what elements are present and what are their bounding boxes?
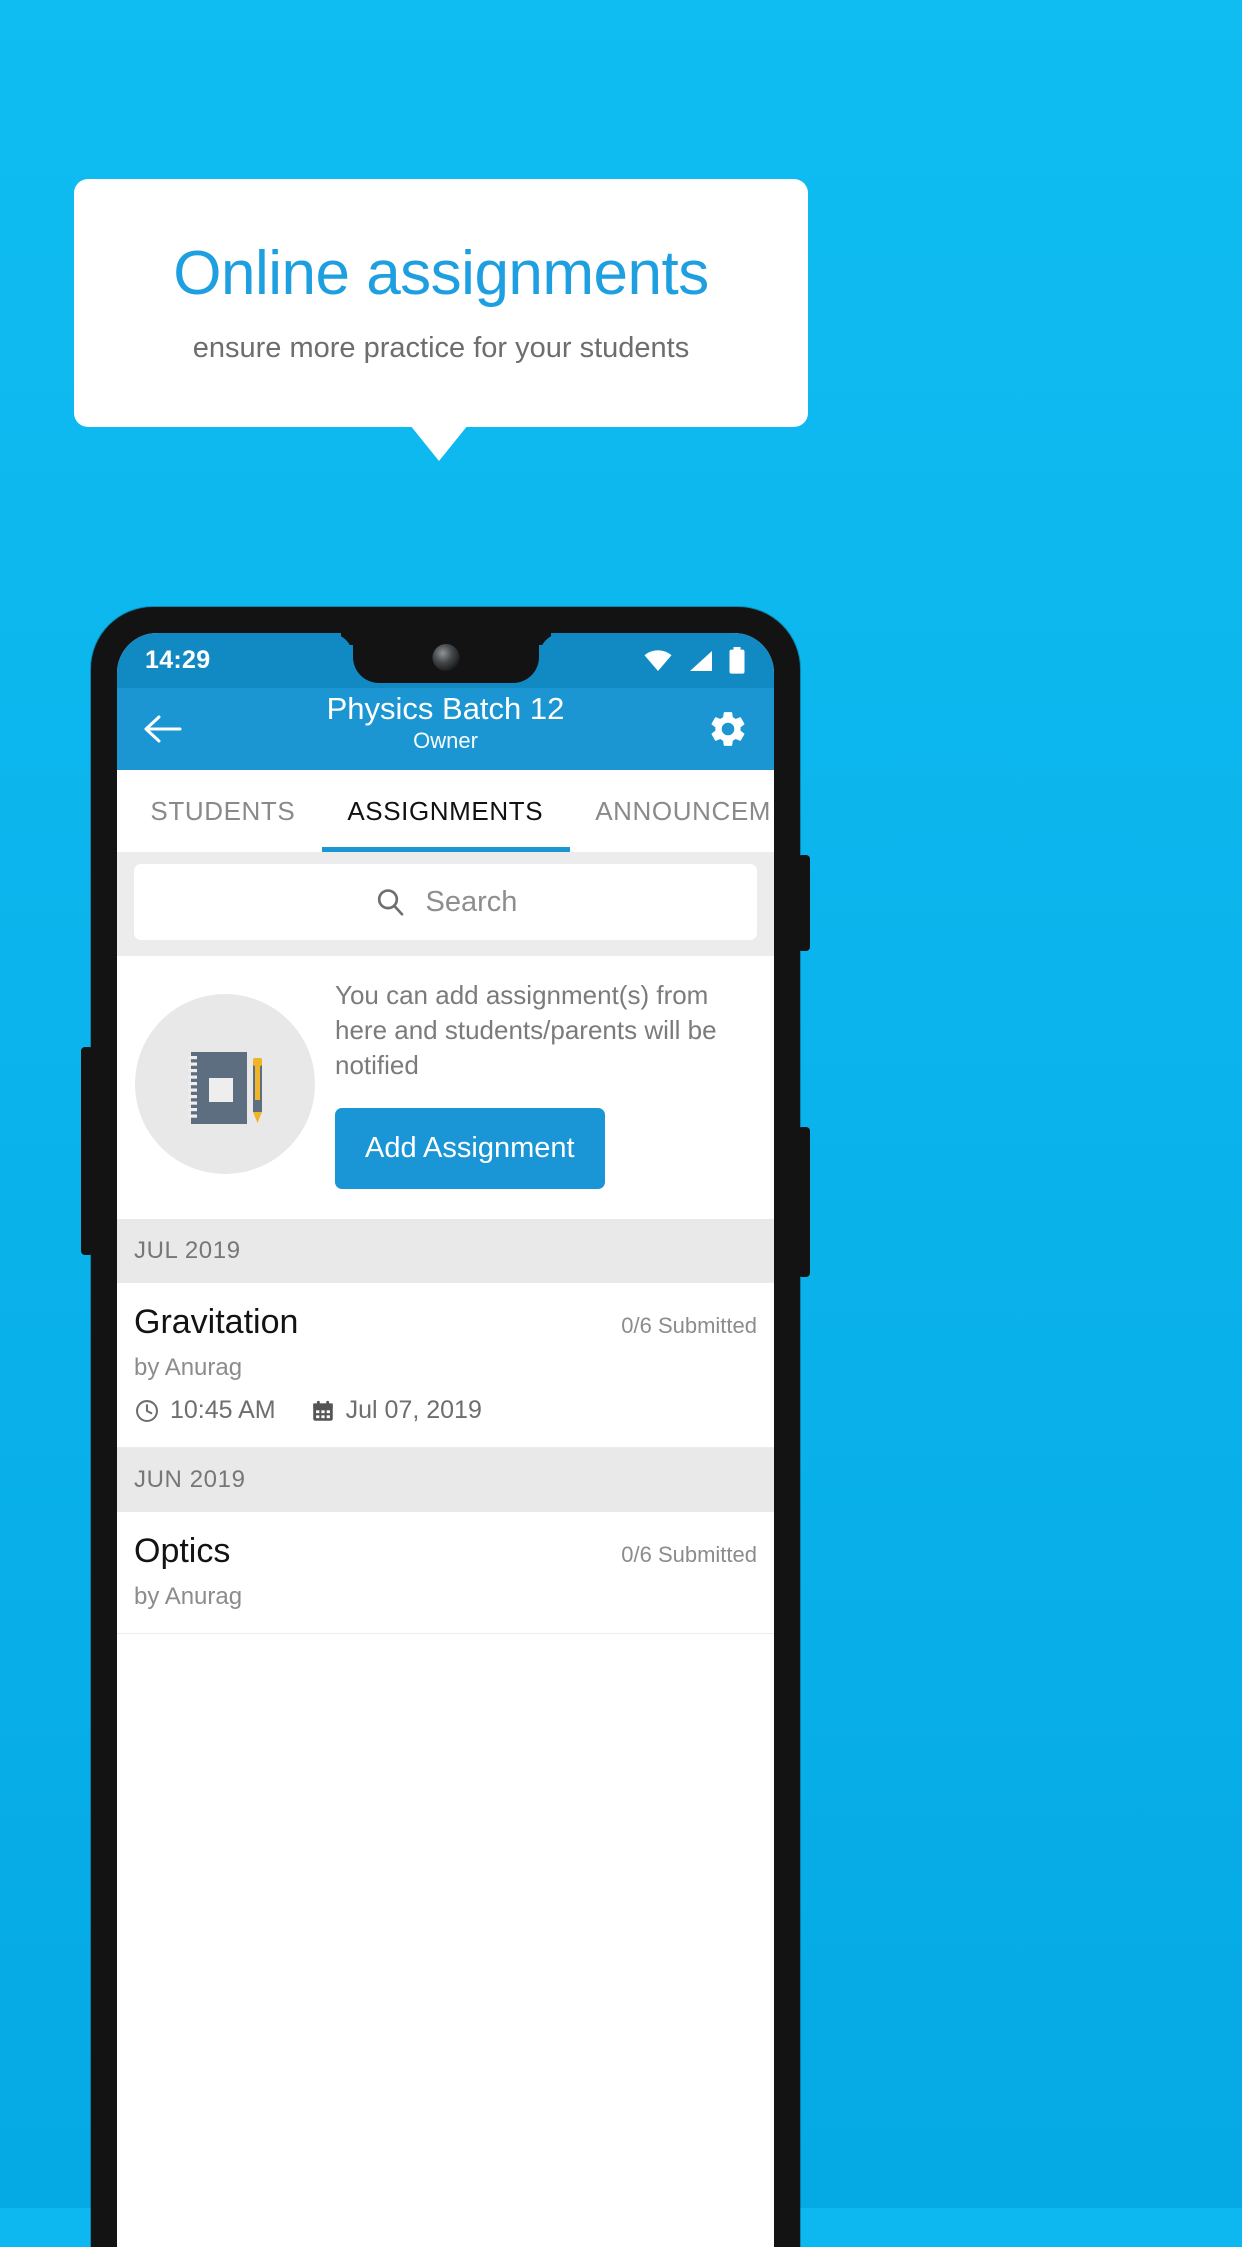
page-title: Physics Batch 12 <box>326 691 565 726</box>
assignment-submitted-count: 0/6 Submitted <box>621 1313 757 1339</box>
tab-students[interactable]: STUDENTS <box>124 770 321 852</box>
promo-card: Online assignments ensure more practice … <box>74 179 808 427</box>
add-assignment-button[interactable]: Add Assignment <box>335 1108 605 1190</box>
volume-button[interactable] <box>798 1127 810 1277</box>
front-camera-icon <box>432 644 459 671</box>
phone-screen: 14:29 Physics Batch 12 Owner STUDENTS AS… <box>117 633 774 2247</box>
assignment-submitted-count: 0/6 Submitted <box>621 1542 757 1568</box>
assignment-row[interactable]: Gravitation 0/6 Submitted by Anurag 10:4… <box>117 1283 774 1449</box>
gear-icon[interactable] <box>706 707 750 751</box>
assignment-row[interactable]: Optics 0/6 Submitted by Anurag <box>117 1512 774 1635</box>
status-bar: 14:29 <box>117 633 774 688</box>
search-icon <box>374 886 406 918</box>
back-arrow-icon[interactable] <box>141 707 185 751</box>
month-header-jun: JUN 2019 <box>117 1448 774 1513</box>
assignment-author: by Anurag <box>134 1354 243 1382</box>
clock-icon <box>134 1398 160 1424</box>
empty-state-message: You can add assignment(s) from here and … <box>335 980 717 1080</box>
side-button[interactable] <box>81 1047 93 1255</box>
search-section: Search <box>117 852 774 956</box>
tab-assignments[interactable]: ASSIGNMENTS <box>321 770 569 852</box>
page-subtitle: Owner <box>413 727 478 753</box>
tab-bar: IEW STUDENTS ASSIGNMENTS ANNOUNCEM <box>117 770 774 852</box>
wifi-icon <box>643 649 673 673</box>
assignment-date: Jul 07, 2019 <box>345 1396 482 1425</box>
phone-device: 14:29 Physics Batch 12 Owner STUDENTS AS… <box>81 607 810 2247</box>
search-input[interactable]: Search <box>134 864 757 940</box>
app-bar: Physics Batch 12 Owner <box>117 688 774 770</box>
tab-announcements[interactable]: ANNOUNCEM <box>569 770 774 852</box>
promo-card-tail <box>410 425 468 461</box>
search-placeholder: Search <box>425 885 518 918</box>
month-header-jul: JUL 2019 <box>117 1219 774 1284</box>
cellular-signal-icon <box>687 649 714 673</box>
promo-subtitle: ensure more practice for your students <box>192 332 690 365</box>
empty-state-card: You can add assignment(s) from here and … <box>117 956 774 1220</box>
assignment-title: Optics <box>134 1532 231 1571</box>
assignment-author: by Anurag <box>134 1583 243 1611</box>
status-time: 14:29 <box>145 646 211 674</box>
tab-overview[interactable]: IEW <box>117 770 124 852</box>
promo-title: Online assignments <box>173 238 709 308</box>
calendar-icon <box>310 1398 336 1424</box>
display-notch <box>352 633 539 683</box>
tab-active-indicator <box>321 847 570 852</box>
battery-icon <box>728 647 746 674</box>
notebook-and-pen-icon <box>135 993 315 1174</box>
power-button[interactable] <box>798 855 810 951</box>
assignment-title: Gravitation <box>134 1303 299 1342</box>
assignment-time: 10:45 AM <box>170 1396 276 1425</box>
